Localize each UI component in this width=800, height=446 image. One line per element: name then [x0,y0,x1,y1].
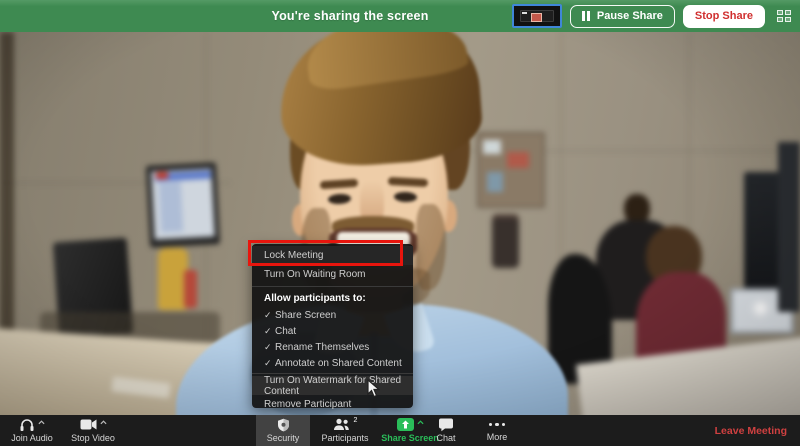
participants-count-badge: 2 [354,417,358,424]
join-audio-button[interactable]: Join Audio [2,415,62,446]
share-screen-icon [397,418,414,431]
headset-icon [19,418,35,432]
participants-icon [333,418,351,431]
chevron-up-icon[interactable] [100,420,107,425]
security-menu: Lock Meeting Turn On Waiting Room Allow … [252,244,413,408]
check-icon: ✓ [264,310,275,321]
chevron-up-icon[interactable] [38,420,45,425]
menu-item-waiting-room[interactable]: Turn On Waiting Room [252,265,413,284]
hide-controls-icon[interactable] [777,10,792,23]
shield-icon [277,418,290,432]
stop-video-button[interactable]: Stop Video [62,415,124,446]
menu-item-allow-share-screen[interactable]: ✓ Share Screen [252,307,413,323]
menu-item-lock-meeting[interactable]: Lock Meeting [252,246,413,265]
menu-item-allow-annotate[interactable]: ✓ Annotate on Shared Content [252,355,413,371]
chat-bubble-icon [438,418,454,432]
share-preview-thumbnail [512,4,562,28]
pause-icon [582,11,590,21]
menu-item-allow-chat[interactable]: ✓ Chat [252,323,413,339]
menu-item-watermark[interactable]: Turn On Watermark for Shared Content [252,376,413,395]
leave-meeting-button[interactable]: Leave Meeting [715,415,787,446]
participants-button[interactable]: 2 Participants [312,415,378,446]
more-button[interactable]: More [472,415,522,446]
chevron-up-icon[interactable] [417,420,424,425]
menu-item-remove-participant[interactable]: Remove Participant [252,395,413,414]
menu-header-allow-participants: Allow participants to: [252,289,413,307]
menu-separator [252,286,413,287]
chat-button[interactable]: Chat [424,415,468,446]
sharing-status-text: You're sharing the screen [0,0,580,32]
menu-item-allow-rename[interactable]: ✓ Rename Themselves [252,339,413,355]
check-icon: ✓ [264,326,275,337]
more-dots-icon [489,418,506,431]
video-camera-icon [80,418,97,431]
zoom-meeting-window: You're sharing the screen Pause Share St… [0,0,800,446]
check-icon: ✓ [264,358,275,369]
check-icon: ✓ [264,342,275,353]
meeting-toolbar: Join Audio Stop Video [0,415,800,446]
security-button[interactable]: Security [256,415,310,446]
sharing-banner: You're sharing the screen Pause Share St… [0,0,800,32]
pause-share-button[interactable]: Pause Share [570,5,675,28]
stop-share-button[interactable]: Stop Share [683,5,765,28]
